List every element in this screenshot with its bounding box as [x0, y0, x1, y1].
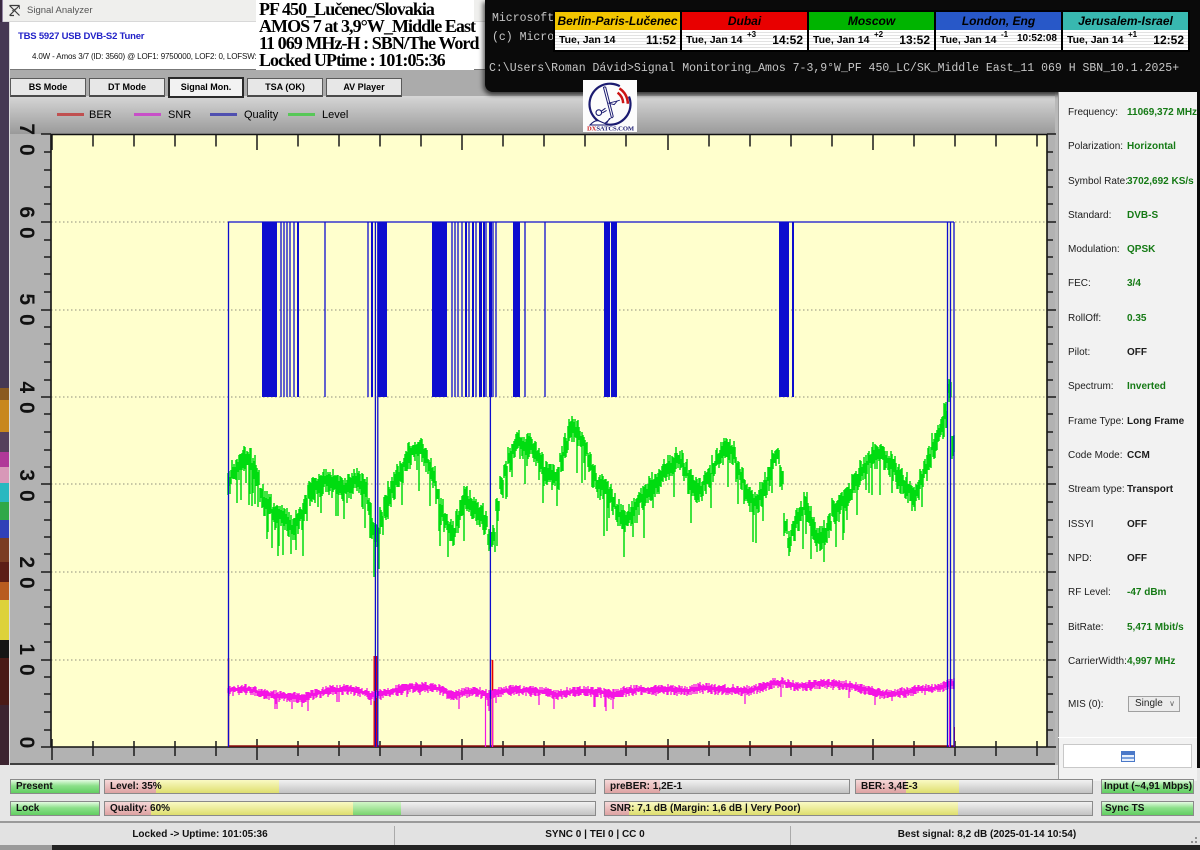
svg-text:70: 70 [15, 123, 38, 164]
svg-text:DXSATCS.COM: DXSATCS.COM [587, 126, 635, 132]
svg-text:10: 10 [15, 643, 38, 684]
svg-text:60: 60 [15, 206, 38, 247]
svg-text:40: 40 [15, 381, 38, 422]
svg-text:30: 30 [15, 469, 38, 510]
svg-text:20: 20 [15, 556, 38, 597]
svg-text:50: 50 [15, 293, 38, 334]
svg-text:0: 0 [15, 737, 38, 758]
